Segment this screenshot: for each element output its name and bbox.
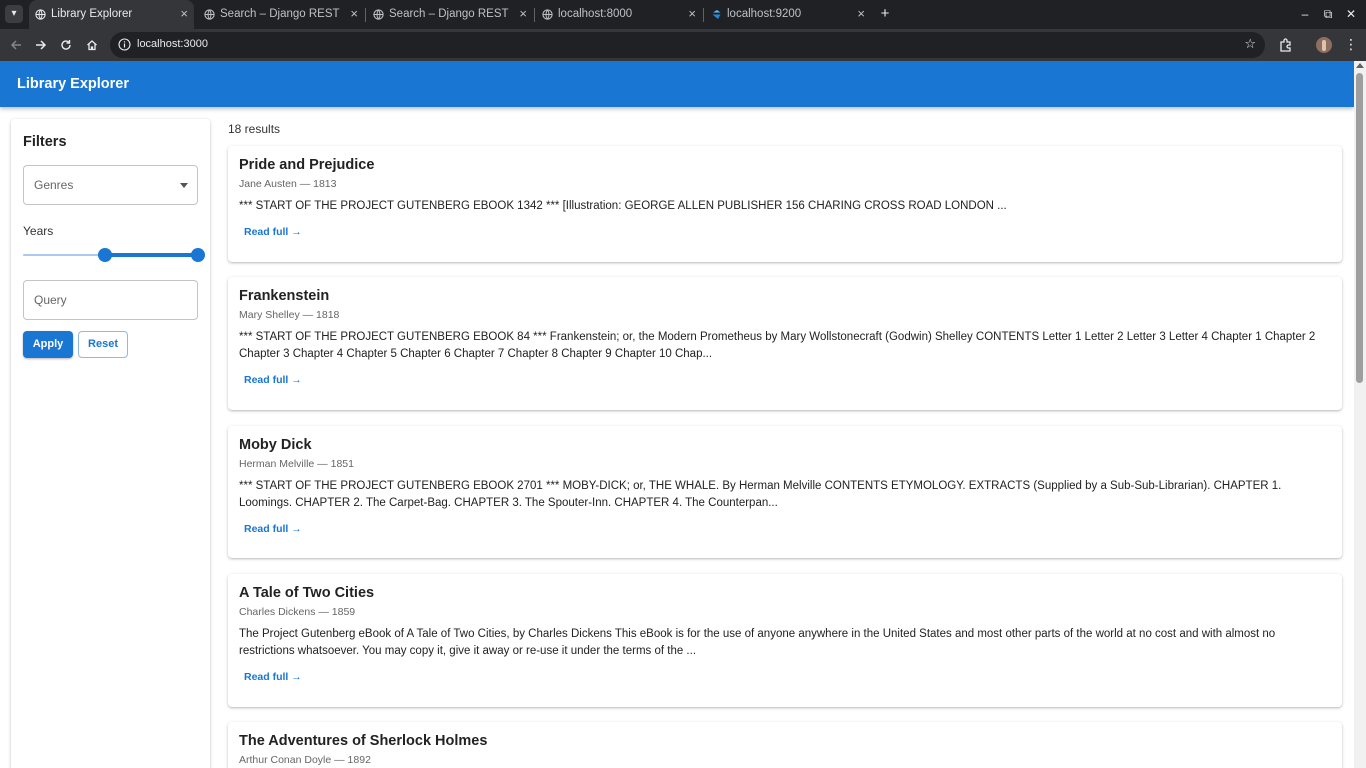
book-title: Frankenstein (239, 288, 330, 304)
site-info-icon[interactable] (118, 38, 131, 51)
browser-tab-search-1[interactable]: Search – Django REST fra × (198, 0, 364, 29)
years-range-slider[interactable] (23, 248, 205, 262)
book-title: The Adventures of Sherlock Holmes (239, 733, 488, 749)
results-count: 18 results (228, 122, 281, 136)
browser-tab-bar: ▾ Library Explorer × Search – Django RES… (0, 0, 1366, 29)
tab-divider (534, 8, 535, 22)
book-meta: Mary Shelley — 1818 (239, 309, 340, 321)
book-snippet: *** START OF THE PROJECT GUTENBERG EBOOK… (239, 331, 1316, 360)
close-tab-icon[interactable]: × (857, 6, 865, 22)
result-card: A Tale of Two Cities Charles Dickens — 1… (228, 574, 1342, 707)
browser-menu-icon[interactable]: ⋮ (1344, 36, 1358, 52)
read-full-link[interactable]: Read full → (244, 523, 302, 535)
book-snippet: *** START OF THE PROJECT GUTENBERG EBOOK… (239, 480, 1282, 509)
elastic-logo-icon (711, 9, 722, 20)
result-card: Frankenstein Mary Shelley — 1818 *** STA… (228, 277, 1342, 410)
tab-title: Search – Django REST fra (389, 8, 509, 20)
new-tab-button[interactable]: + (876, 5, 894, 23)
book-title: Moby Dick (239, 437, 312, 453)
browser-tab-library-explorer[interactable]: Library Explorer × (29, 0, 194, 29)
book-meta: Jane Austen — 1813 (239, 178, 337, 190)
tab-divider (365, 8, 366, 22)
tab-title: localhost:8000 (558, 8, 633, 20)
browser-tab-search-2[interactable]: Search – Django REST fra × (367, 0, 533, 29)
scroll-up-arrow-icon[interactable] (1356, 63, 1364, 68)
years-label: Years (23, 224, 54, 238)
result-card: Moby Dick Herman Melville — 1851 *** STA… (228, 426, 1342, 558)
query-input[interactable]: Query (23, 280, 198, 320)
dropdown-caret-icon (180, 183, 188, 188)
read-full-link[interactable]: Read full → (244, 226, 302, 238)
slider-thumb-min[interactable] (98, 248, 112, 262)
profile-avatar[interactable] (1316, 37, 1332, 53)
reload-icon[interactable] (56, 35, 76, 55)
tab-title: localhost:9200 (727, 8, 802, 20)
home-icon[interactable] (82, 35, 102, 55)
book-snippet: The Project Gutenberg eBook of A Tale of… (239, 628, 1276, 657)
page-scrollbar[interactable] (1354, 61, 1366, 768)
back-arrow-icon[interactable] (6, 35, 26, 55)
reset-button[interactable]: Reset (78, 331, 128, 358)
book-title: Pride and Prejudice (239, 157, 375, 173)
close-window-icon[interactable]: ✕ (1343, 6, 1359, 22)
query-placeholder: Query (34, 293, 67, 307)
apply-button[interactable]: Apply (23, 331, 73, 358)
restore-window-icon[interactable]: ⧉ (1320, 6, 1336, 22)
globe-icon (204, 9, 215, 20)
forward-arrow-icon[interactable] (31, 35, 51, 55)
close-tab-icon[interactable]: × (350, 6, 358, 22)
slider-thumb-max[interactable] (191, 248, 205, 262)
close-tab-icon[interactable]: × (519, 6, 527, 22)
book-snippet: *** START OF THE PROJECT GUTENBERG EBOOK… (239, 200, 1007, 212)
browser-tab-localhost-8000[interactable]: localhost:8000 × (536, 0, 702, 29)
bookmark-star-icon[interactable]: ☆ (1244, 36, 1256, 52)
tab-divider (703, 8, 704, 22)
slider-track (105, 253, 198, 257)
browser-tab-localhost-9200[interactable]: localhost:9200 × (705, 0, 871, 29)
filters-title: Filters (23, 134, 67, 150)
tab-title: Search – Django REST fra (220, 8, 340, 20)
book-title: A Tale of Two Cities (239, 585, 375, 601)
url-text: localhost:3000 (137, 38, 208, 50)
genres-select[interactable]: Genres (23, 165, 198, 205)
genres-select-label: Genres (34, 178, 74, 192)
extensions-puzzle-icon[interactable] (1278, 37, 1294, 53)
read-full-link[interactable]: Read full → (244, 374, 302, 386)
app-title: Library Explorer (17, 76, 130, 92)
tab-title: Library Explorer (51, 8, 133, 20)
address-bar[interactable]: localhost:3000 ☆ (110, 32, 1265, 58)
result-card: Pride and Prejudice Jane Austen — 1813 *… (228, 146, 1342, 262)
result-card: The Adventures of Sherlock Holmes Arthur… (228, 722, 1342, 768)
minimize-window-icon[interactable]: – (1297, 6, 1313, 22)
app-bar: Library Explorer (0, 61, 1354, 107)
globe-icon (542, 9, 553, 20)
book-meta: Herman Melville — 1851 (239, 458, 354, 470)
filters-panel: Filters Genres Years Query Apply Reset (11, 119, 210, 768)
close-tab-icon[interactable]: × (688, 6, 696, 22)
scrollbar-thumb[interactable] (1356, 73, 1363, 383)
book-meta: Charles Dickens — 1859 (239, 606, 356, 618)
read-full-link[interactable]: Read full → (244, 671, 302, 683)
globe-icon (35, 9, 46, 20)
tab-search-dropdown-icon[interactable]: ▾ (5, 5, 23, 23)
book-meta: Arthur Conan Doyle — 1892 (239, 754, 371, 766)
page-viewport: Library Explorer Filters Genres Years Qu… (0, 61, 1354, 768)
browser-toolbar: localhost:3000 ☆ (0, 29, 1366, 61)
globe-icon (373, 9, 384, 20)
close-tab-icon[interactable]: × (180, 6, 188, 22)
